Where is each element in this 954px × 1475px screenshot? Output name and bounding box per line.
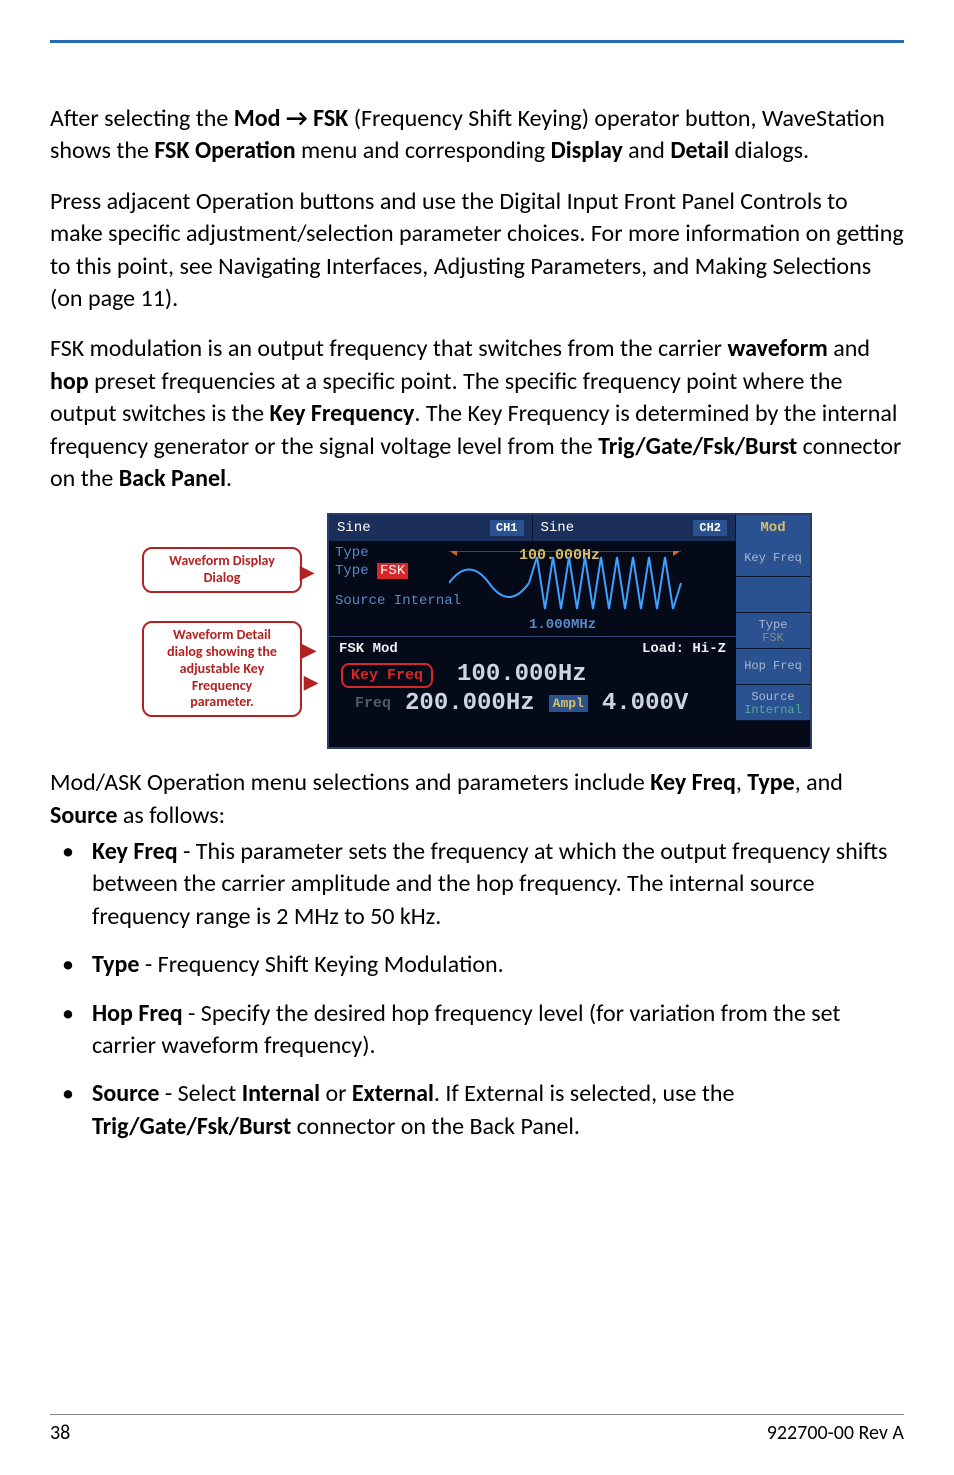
text: , and (795, 768, 843, 797)
type-label: Type (335, 563, 369, 579)
type-label: Type (335, 545, 369, 561)
text: - Specify the desired hop frequency leve… (92, 999, 840, 1060)
text: and (623, 136, 671, 165)
text: Key Freq (650, 768, 736, 797)
text: External (352, 1079, 434, 1108)
source-value: Internal (744, 704, 802, 717)
text: as follows: (117, 801, 225, 830)
text: Waveform Detail (152, 627, 292, 644)
softkey-column: Key Freq Type FSK Hop Freq Source Intern… (736, 541, 810, 747)
text: FSK modulation is an output frequency th… (50, 334, 727, 363)
waveform-icon (449, 551, 709, 615)
key-freq-value: 100.000Hz (457, 661, 587, 688)
text: , (736, 768, 747, 797)
ch1-tab: Sine CH1 (329, 515, 533, 541)
paragraph-2: Press adjacent Operation buttons and use… (50, 186, 904, 316)
text: or (320, 1079, 352, 1108)
text: Back Panel (119, 464, 226, 493)
ampl-value: 4.000V (602, 690, 688, 717)
ch2-badge: CH2 (693, 520, 727, 536)
text: Frequency (152, 678, 292, 695)
text: Mod/ASK Operation menu selections and pa… (50, 768, 650, 797)
callout-detail-dialog: Waveform Detail dialog showing the adjus… (142, 621, 302, 717)
text: Detail (670, 136, 729, 165)
paragraph-1: After selecting the Mod → FSK (Frequency… (50, 103, 904, 168)
text: Source (92, 1079, 159, 1108)
ch2-tab: Sine CH2 (533, 515, 737, 541)
ch1-badge: CH1 (490, 520, 524, 536)
text: and (828, 334, 870, 363)
detail-header-left: FSK Mod (339, 641, 398, 657)
text: waveform (727, 334, 827, 363)
text: connector on the Back Panel. (291, 1112, 580, 1141)
freq-sub: 1.000MHz (529, 617, 596, 633)
ch1-wave-label: Sine (337, 520, 371, 536)
list-item: Hop Freq - Specify the desired hop frequ… (50, 998, 904, 1063)
device-header: Sine CH1 Sine CH2 Mod (329, 515, 810, 541)
list-item: Key Freq - This parameter sets the frequ… (50, 836, 904, 933)
text: . If External is selected, use the (434, 1079, 735, 1108)
paragraph-4: Mod/ASK Operation menu selections and pa… (50, 767, 904, 832)
text: - Frequency Shift Keying Modulation. (139, 950, 503, 979)
device-screenshot: Sine CH1 Sine CH2 Mod Type Type FSK S (327, 513, 812, 749)
list-item: Type - Frequency Shift Keying Modulation… (50, 949, 904, 981)
ch2-wave-label: Sine (541, 520, 575, 536)
waveform-detail-dialog: FSK Mod Load: Hi-Z Key Freq 100.000Hz Fr… (329, 637, 736, 747)
text: Display (551, 136, 623, 165)
text: Hop Freq (92, 999, 183, 1028)
mod-tab: Mod (736, 515, 810, 541)
type-value: FSK (762, 632, 784, 645)
text: menu and corresponding (296, 136, 551, 165)
softkey-hop-freq[interactable]: Hop Freq (736, 649, 810, 685)
text: FSK Operation (154, 136, 295, 165)
text: adjustable Key (152, 661, 292, 678)
key-freq-box: Key Freq (341, 663, 433, 688)
text: Type (747, 768, 794, 797)
freq-label: Freq (355, 695, 391, 712)
text: After selecting the (50, 104, 234, 133)
callout-arrow-icon: ▶ (304, 671, 318, 693)
text: Trig/Gate/Fsk/Burst (598, 432, 797, 461)
softkey-blank[interactable] (736, 577, 810, 613)
text: parameter. (152, 694, 292, 711)
text: . (226, 464, 232, 493)
type-highlight: FSK (377, 563, 408, 579)
text: Waveform Display (152, 553, 292, 570)
softkey-type[interactable]: Type FSK (736, 613, 810, 649)
text: - This parameter sets the frequency at w… (92, 837, 887, 931)
text: Key Freq (92, 837, 178, 866)
freq-value: 200.000Hz (405, 690, 535, 717)
page-footer: 38 922700-00 Rev A (50, 1414, 904, 1445)
header-rule (50, 40, 904, 43)
text: Key Frequency (270, 399, 415, 428)
text: dialogs. (729, 136, 809, 165)
type-label: Type (759, 619, 788, 632)
paragraph-3: FSK modulation is an output frequency th… (50, 333, 904, 495)
text: Dialog (152, 570, 292, 587)
source-line: Source Internal (335, 593, 461, 609)
text: Type (92, 950, 139, 979)
callout-arrow-icon: ▶ (300, 561, 314, 583)
softkey-source[interactable]: Source Internal (736, 685, 810, 721)
text: Trig/Gate/Fsk/Burst (92, 1112, 291, 1141)
text: - Select (159, 1079, 241, 1108)
page-number: 38 (50, 1421, 70, 1445)
bullet-list: Key Freq - This parameter sets the frequ… (50, 836, 904, 1143)
text: Internal (242, 1079, 320, 1108)
text: Source (50, 801, 117, 830)
text: dialog showing the (152, 644, 292, 661)
waveform-display-dialog: Type Type FSK Source Internal 100.000Hz … (329, 541, 736, 637)
callout-display-dialog: Waveform Display Dialog (142, 547, 302, 593)
text: hop (50, 367, 89, 396)
source-label: Source (751, 691, 794, 704)
callout-arrow-icon: ▶ (302, 639, 316, 661)
text: Mod → FSK (234, 104, 349, 133)
ampl-label: Ampl (549, 695, 588, 712)
softkey-key-freq[interactable]: Key Freq (736, 541, 810, 577)
doc-id: 922700-00 Rev A (767, 1421, 904, 1445)
detail-header-right: Load: Hi-Z (642, 641, 726, 657)
device-figure: Waveform Display Dialog ▶ Waveform Detai… (142, 513, 812, 753)
list-item: Source - Select Internal or External. If… (50, 1078, 904, 1143)
